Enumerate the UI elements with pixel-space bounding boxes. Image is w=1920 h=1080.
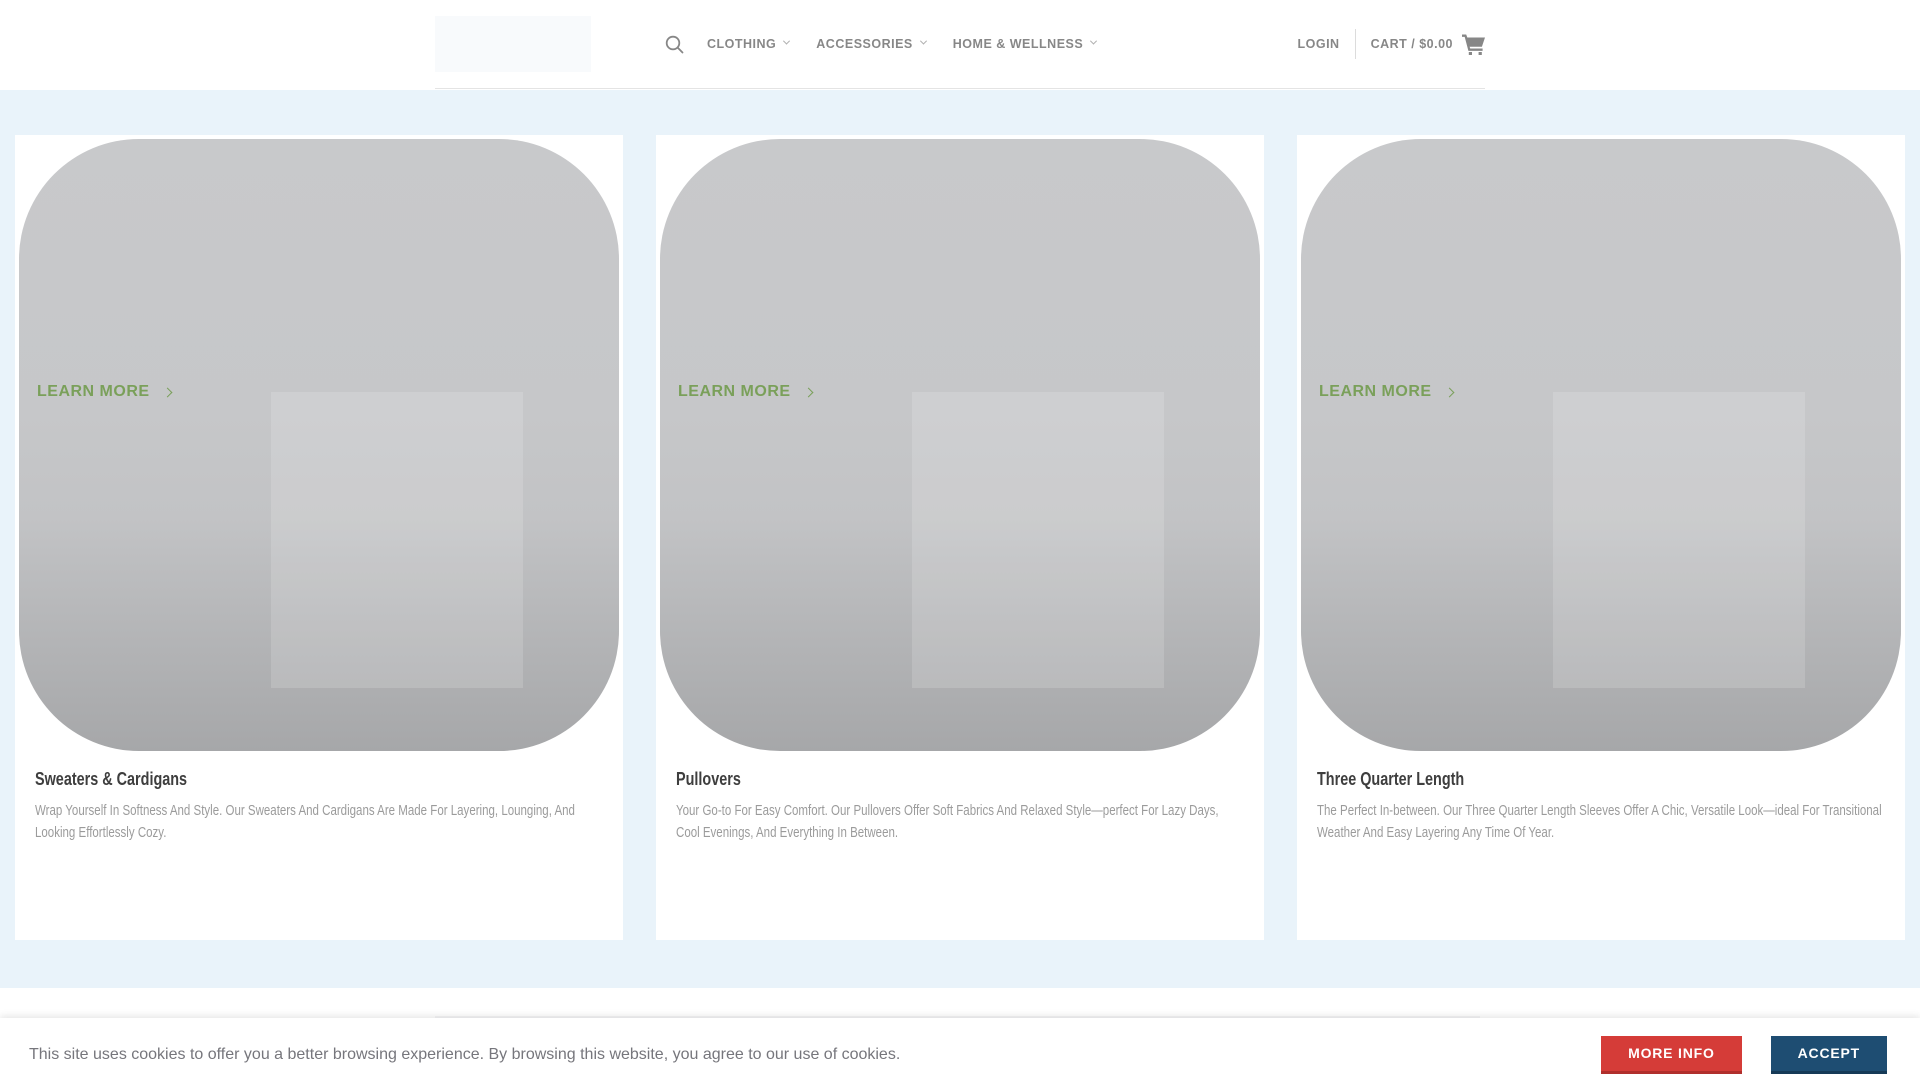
card-description: Your Go-to For Easy Comfort. Our Pullove… (676, 803, 1219, 841)
chevron-down-icon (1090, 37, 1098, 45)
card-body: Sweaters & Cardigans Wrap Yourself In So… (15, 751, 623, 844)
category-card-three-quarter-length: Three Quarter Length The Perfect In-betw… (1297, 135, 1905, 940)
chevron-down-icon (919, 37, 927, 45)
more-info-button[interactable]: MORE INFO (1601, 1036, 1742, 1074)
category-cards-section: Sweaters & Cardigans Wrap Yourself In So… (0, 90, 1920, 988)
nav-item-label: ACCESSORIES (816, 37, 913, 51)
search-button[interactable] (665, 35, 684, 54)
learn-more-label: LEARN MORE (37, 383, 150, 400)
cookie-notice-bar: This site uses cookies to offer you a be… (0, 1018, 1920, 1080)
cards-row: Sweaters & Cardigans Wrap Yourself In So… (15, 135, 1905, 940)
nav-item-accessories[interactable]: ACCESSORIES (816, 37, 927, 51)
header-container: CLOTHING ACCESSORIES HOME & WELLNESS LOG… (435, 0, 1485, 89)
shopping-cart-icon (1462, 34, 1485, 55)
search-icon (665, 35, 684, 53)
nav-item-label: HOME & WELLNESS (952, 37, 1084, 51)
nav-item-clothing[interactable]: CLOTHING (707, 37, 791, 51)
accept-button[interactable]: ACCEPT (1770, 1036, 1887, 1074)
header-account-area: LOGIN CART / $0.00 (1297, 29, 1485, 59)
chevron-right-icon (162, 387, 173, 397)
image-placeholder-icon (912, 392, 1164, 688)
image-placeholder-icon (1553, 392, 1805, 688)
learn-more-label: LEARN MORE (678, 383, 791, 400)
card-body: Pullovers Your Go-to For Easy Comfort. O… (656, 751, 1264, 844)
cart-link[interactable]: CART / $0.00 (1371, 34, 1485, 55)
learn-more-link[interactable]: LEARN MORE (37, 383, 173, 401)
learn-more-link[interactable]: LEARN MORE (1319, 383, 1455, 401)
login-link[interactable]: LOGIN (1297, 37, 1339, 51)
category-image-placeholder[interactable] (660, 139, 1260, 751)
card-title: Three Quarter Length (1317, 769, 1465, 789)
category-image-placeholder[interactable] (1301, 139, 1901, 751)
category-card-sweaters-cardigans: Sweaters & Cardigans Wrap Yourself In So… (15, 135, 623, 940)
category-card-pullovers: Pullovers Your Go-to For Easy Comfort. O… (656, 135, 1264, 940)
site-logo[interactable] (435, 16, 591, 72)
chevron-right-icon (803, 387, 814, 397)
cookie-message: This site uses cookies to offer you a be… (29, 1046, 901, 1063)
category-image-placeholder[interactable] (19, 139, 619, 751)
image-placeholder-icon (271, 392, 523, 688)
card-title: Sweaters & Cardigans (35, 769, 188, 789)
nav-item-home-wellness[interactable]: HOME & WELLNESS (952, 37, 1098, 51)
card-description: Wrap Yourself In Softness And Style. Our… (35, 803, 575, 841)
nav-item-label: CLOTHING (707, 37, 777, 51)
cookie-actions: MORE INFO ACCEPT (1601, 1036, 1887, 1074)
learn-more-label: LEARN MORE (1319, 383, 1432, 400)
card-body: Three Quarter Length The Perfect In-betw… (1297, 751, 1905, 844)
card-title: Pullovers (676, 769, 741, 789)
cart-total-label: CART / $0.00 (1370, 37, 1453, 51)
header-divider (1354, 29, 1356, 59)
chevron-right-icon (1444, 387, 1455, 397)
chevron-down-icon (783, 37, 791, 45)
learn-more-link[interactable]: LEARN MORE (678, 383, 814, 401)
card-description: The Perfect In-between. Our Three Quarte… (1317, 803, 1882, 841)
main-nav: CLOTHING ACCESSORIES HOME & WELLNESS (665, 35, 1123, 54)
site-header: CLOTHING ACCESSORIES HOME & WELLNESS LOG… (0, 0, 1920, 90)
